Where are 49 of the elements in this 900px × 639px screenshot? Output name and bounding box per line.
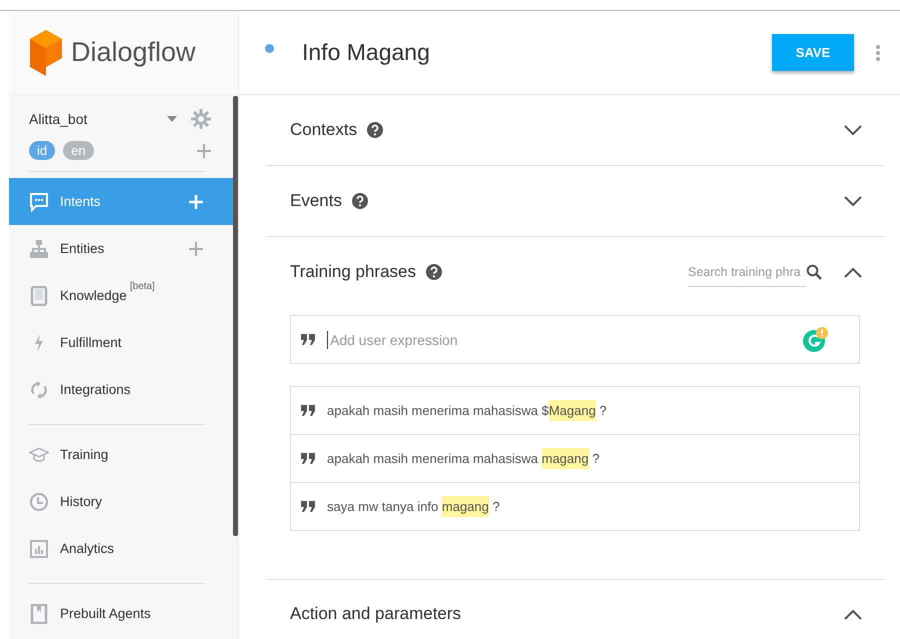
agent-name: Alitta_bot <box>29 111 88 127</box>
collapse-chevron-icon[interactable] <box>844 608 862 620</box>
sidebar-item[interactable]: Fulfillment <box>9 319 233 366</box>
more-options-icon[interactable] <box>876 44 880 60</box>
training-phrase[interactable]: apakah masih menerima mahasiswa $Magang ? <box>327 403 607 418</box>
sidebar-item[interactable]: Entities <box>9 225 233 272</box>
search-field[interactable]: Search training phra <box>688 257 806 287</box>
sidebar-item[interactable]: Knowledge $^{[beta]}$ <box>9 272 233 319</box>
assistant-badge-icon[interactable] <box>803 326 829 352</box>
section-title: Events <box>290 191 342 211</box>
intent-title: Info Magang <box>302 39 431 66</box>
quote-icon <box>301 334 315 345</box>
help-icon[interactable] <box>367 122 384 138</box>
brand-name: Dialogflow <box>71 37 196 68</box>
sidebar-item[interactable]: Training <box>9 431 233 478</box>
training-phrase[interactable]: saya mw tanya info magang ? <box>327 499 500 514</box>
sync-icon <box>29 378 49 400</box>
dropdown-caret-icon[interactable] <box>167 116 177 122</box>
section-title: Contexts <box>290 120 358 140</box>
add-icon[interactable] <box>189 242 203 256</box>
help-icon[interactable] <box>352 193 368 209</box>
sidebar-item[interactable]: History <box>9 478 233 525</box>
training-phrase[interactable]: apakah masih menerima mahasiswa magang ? <box>327 451 600 466</box>
expand-chevron-icon[interactable] <box>844 124 862 136</box>
status-dot <box>265 44 274 53</box>
section-title: Training phrases <box>290 262 416 282</box>
clock-icon <box>29 492 49 512</box>
quote-icon <box>301 501 315 512</box>
sidebar-item[interactable]: Integrations <box>9 366 233 413</box>
expression-box[interactable]: Add user expression <box>290 315 860 364</box>
quote-icon <box>301 405 315 416</box>
expand-chevron-icon[interactable] <box>844 196 862 206</box>
help-icon[interactable] <box>426 264 442 280</box>
sidebar-item[interactable]: Prebuilt Agents <box>9 590 233 637</box>
bar-chart-icon <box>29 538 49 558</box>
section-title: Action and parameters <box>290 604 462 624</box>
book-icon <box>29 286 49 306</box>
quote-icon <box>301 453 315 464</box>
beta-label: [beta] <box>130 281 155 292</box>
graduation-cap-icon <box>29 444 49 464</box>
logo-icon <box>29 28 63 76</box>
search-icon <box>806 264 822 280</box>
hierarchy-icon <box>29 238 49 258</box>
scrollbar[interactable] <box>233 96 238 536</box>
collapse-chevron-icon[interactable] <box>844 266 862 278</box>
speech-bubble-icon <box>29 192 49 212</box>
sidebar-item[interactable]: Analytics <box>9 525 233 572</box>
add-icon[interactable] <box>197 144 211 158</box>
book-icon <box>29 604 49 624</box>
